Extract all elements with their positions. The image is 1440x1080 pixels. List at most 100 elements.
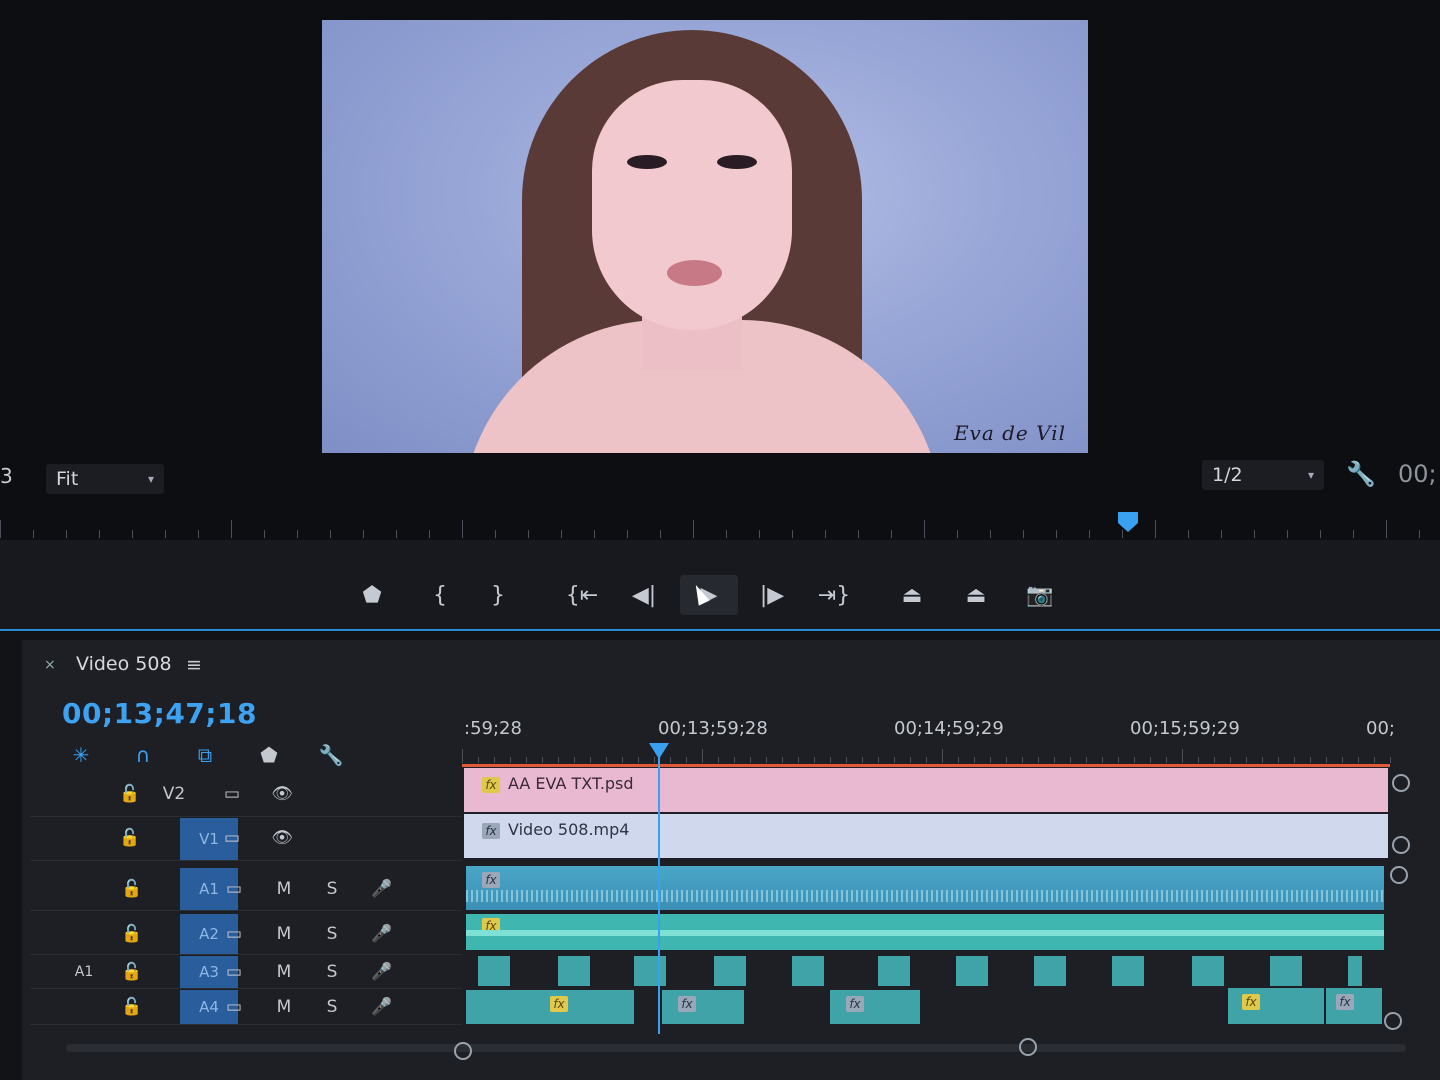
audio-clip-a3[interactable] — [714, 956, 746, 986]
eye-icon[interactable]: 👁 — [266, 824, 298, 852]
lock-icon[interactable]: 🔓 — [118, 920, 146, 948]
export-frame-button[interactable]: 📷 — [1020, 575, 1060, 615]
zoom-select[interactable]: Fit ▾ — [46, 464, 164, 494]
audio-clip-a3[interactable] — [1112, 956, 1144, 986]
lock-icon[interactable]: 🔓 — [116, 780, 144, 808]
monitor-time-ruler[interactable] — [0, 512, 1440, 538]
ruler-tick — [670, 757, 671, 763]
audio-clip-a4[interactable]: fx — [830, 990, 920, 1024]
ruler-tick — [1353, 530, 1354, 538]
eye-icon[interactable]: 👁 — [266, 780, 298, 808]
play-button[interactable]: ▶ — [680, 575, 738, 615]
sync-lock-icon[interactable]: ▭ — [218, 958, 250, 986]
sync-lock-icon[interactable]: ▭ — [218, 920, 250, 948]
zoom-handle-left[interactable] — [454, 1042, 472, 1060]
lock-icon[interactable]: 🔓 — [116, 824, 144, 852]
sync-lock-icon[interactable]: ▭ — [218, 993, 250, 1021]
fx-badge: fx — [482, 823, 500, 839]
audio-clip-a4[interactable]: fx — [1228, 988, 1324, 1024]
go-to-in-button[interactable]: {⇤ — [562, 575, 602, 615]
track-height-handle[interactable] — [1392, 774, 1410, 792]
add-marker-icon[interactable]: ⬟ — [254, 740, 284, 770]
audio-clip-a4[interactable]: fx — [1326, 988, 1382, 1024]
timeline-playhead-line[interactable] — [658, 752, 660, 1034]
audio-clip-a3[interactable] — [1192, 956, 1224, 986]
mute-button[interactable]: M — [268, 875, 300, 903]
solo-button[interactable]: S — [316, 875, 348, 903]
audio-clip-a1[interactable]: fx — [466, 866, 1384, 910]
sync-lock-icon[interactable]: ▭ — [216, 780, 248, 808]
source-patch-label[interactable] — [66, 993, 102, 1021]
ruler-tick — [363, 530, 364, 538]
step-back-button[interactable]: ◀| — [624, 575, 664, 615]
lock-icon[interactable]: 🔓 — [118, 958, 146, 986]
lock-icon[interactable]: 🔓 — [118, 993, 146, 1021]
zoom-handle-right[interactable] — [1019, 1038, 1037, 1056]
wrench-icon[interactable]: 🔧 — [1346, 460, 1376, 488]
ruler-tick — [1166, 757, 1167, 763]
add-marker-button[interactable]: ⬟ — [352, 575, 392, 615]
audio-clip-a3[interactable] — [558, 956, 590, 986]
mic-icon[interactable]: 🎤 — [366, 920, 398, 948]
mute-button[interactable]: M — [268, 958, 300, 986]
sync-lock-icon[interactable]: ▭ — [218, 875, 250, 903]
sync-lock-icon[interactable]: ▭ — [216, 824, 248, 852]
lift-button[interactable]: ⏏ — [892, 575, 932, 615]
step-forward-button[interactable]: |▶ — [752, 575, 792, 615]
extract-button[interactable]: ⏏ — [956, 575, 996, 615]
ruler-tick — [942, 749, 943, 763]
audio-clip-a2[interactable]: fx — [466, 914, 1384, 950]
audio-clip-a3[interactable] — [634, 956, 666, 986]
lock-icon[interactable]: 🔓 — [118, 875, 146, 903]
resolution-select[interactable]: 1/2 ▾ — [1202, 460, 1324, 490]
ruler-tick — [1230, 757, 1231, 763]
horizontal-scrollbar[interactable] — [66, 1044, 1406, 1052]
mark-in-button[interactable]: { — [420, 575, 460, 615]
nest-icon[interactable]: ✳ — [66, 740, 96, 770]
solo-button[interactable]: S — [316, 958, 348, 986]
source-patch-label[interactable] — [66, 875, 102, 903]
ruler-tick — [627, 530, 628, 538]
mute-button[interactable]: M — [268, 993, 300, 1021]
sequence-timecode[interactable]: 00;13;47;18 — [62, 697, 257, 730]
audio-clip-a3[interactable] — [956, 956, 988, 986]
linked-selection-icon[interactable]: ⧉ — [190, 740, 220, 770]
audio-clip-a3[interactable] — [478, 956, 510, 986]
mic-icon[interactable]: 🎤 — [366, 875, 398, 903]
audio-clip-a3[interactable] — [1348, 956, 1362, 986]
track-height-handle[interactable] — [1384, 1012, 1402, 1030]
ruler-tick — [862, 757, 863, 763]
timeline-playhead[interactable] — [649, 743, 669, 759]
audio-clip-a3[interactable] — [1034, 956, 1066, 986]
clip-aa-eva-txt[interactable]: fx AA EVA TXT.psd — [464, 768, 1388, 812]
clip-video-508[interactable]: fx Video 508.mp4 — [464, 814, 1388, 858]
close-icon[interactable]: × — [44, 657, 56, 673]
track-name[interactable]: V2 — [154, 780, 194, 808]
solo-button[interactable]: S — [316, 920, 348, 948]
snap-magnet-icon[interactable]: ∩ — [128, 740, 158, 770]
mark-out-button[interactable]: } — [478, 575, 518, 615]
wrench-icon[interactable]: 🔧 — [316, 740, 346, 770]
track-height-handle[interactable] — [1390, 866, 1408, 884]
mute-button[interactable]: M — [268, 920, 300, 948]
audio-clip-a4[interactable]: fx — [466, 990, 634, 1024]
ruler-tick — [1374, 757, 1375, 763]
audio-clip-a3[interactable] — [792, 956, 824, 986]
mic-icon[interactable]: 🎤 — [366, 958, 398, 986]
sequence-tab-title[interactable]: Video 508 — [76, 653, 172, 675]
go-to-out-button[interactable]: ⇥} — [814, 575, 854, 615]
video-preview[interactable]: Eva de Vil — [322, 20, 1088, 453]
source-patch-label[interactable]: A1 — [66, 958, 102, 986]
mic-icon[interactable]: 🎤 — [366, 993, 398, 1021]
solo-button[interactable]: S — [316, 993, 348, 1021]
timeline-ruler[interactable] — [462, 745, 1392, 763]
source-patch-label[interactable] — [66, 920, 102, 948]
audio-clip-a3[interactable] — [1270, 956, 1302, 986]
audio-clip-a4[interactable]: fx — [662, 990, 744, 1024]
ruler-tick — [792, 530, 793, 538]
panel-menu-icon[interactable]: ≡ — [186, 654, 202, 676]
ruler-tick — [1038, 757, 1039, 763]
track-height-handle[interactable] — [1392, 836, 1410, 854]
audio-clip-a3[interactable] — [878, 956, 910, 986]
work-area-bar[interactable] — [462, 764, 1390, 767]
